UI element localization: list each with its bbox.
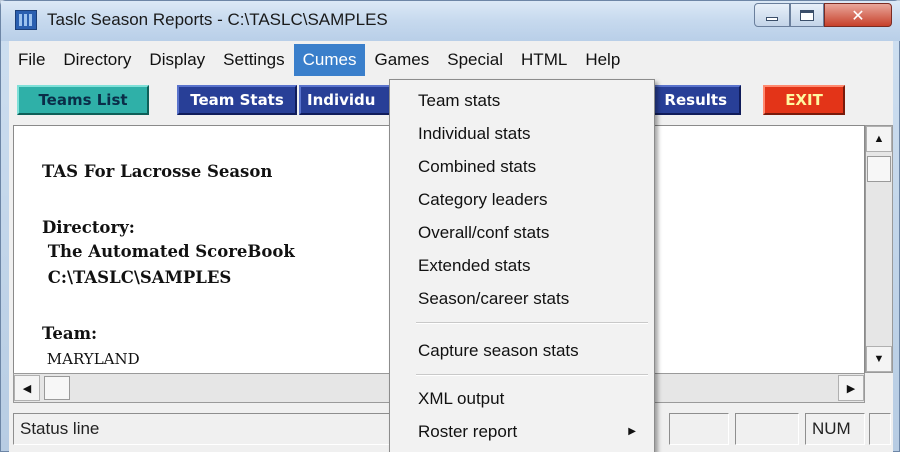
vertical-scroll-thumb[interactable]	[867, 156, 891, 182]
maximize-icon	[800, 9, 814, 21]
menu-item-xml-output[interactable]: XML output	[390, 382, 654, 415]
menu-separator	[416, 374, 648, 376]
status-panel-blank	[735, 413, 799, 445]
menu-settings[interactable]: Settings	[214, 44, 293, 76]
title-bar[interactable]: Taslc Season Reports - C:\TASLC\SAMPLES …	[1, 1, 900, 41]
exit-button[interactable]: EXIT	[763, 85, 845, 115]
vertical-scrollbar[interactable]: ▲ ▼	[865, 125, 893, 373]
maximize-button[interactable]	[790, 3, 824, 27]
content-line: C:\TASLC\SAMPLES	[42, 268, 232, 287]
minimize-button[interactable]	[754, 3, 790, 27]
menu-directory[interactable]: Directory	[54, 44, 140, 76]
scroll-right-icon[interactable]: ▶	[838, 375, 864, 401]
menu-separator	[416, 322, 648, 324]
status-line: Status line	[13, 413, 393, 445]
menu-games[interactable]: Games	[365, 44, 438, 76]
menu-item-roster-report[interactable]: Roster report ▶	[390, 415, 654, 448]
menu-item-category-leaders[interactable]: Category leaders	[390, 183, 654, 216]
content-line: Team:	[42, 324, 98, 343]
menu-item-individual-stats[interactable]: Individual stats	[390, 117, 654, 150]
app-window: Taslc Season Reports - C:\TASLC\SAMPLES …	[0, 0, 900, 452]
scroll-left-icon[interactable]: ◀	[14, 375, 40, 401]
scroll-down-icon[interactable]: ▼	[866, 346, 892, 372]
teams-list-button[interactable]: Teams List	[17, 85, 149, 115]
menu-display[interactable]: Display	[140, 44, 214, 76]
content-line: Directory:	[42, 218, 135, 237]
menu-item-extended-stats[interactable]: Extended stats	[390, 249, 654, 282]
team-stats-button[interactable]: Team Stats	[177, 85, 297, 115]
cumes-dropdown-menu: Team stats Individual stats Combined sta…	[389, 79, 655, 452]
menu-item-capture-season-stats[interactable]: Capture season stats	[390, 334, 654, 367]
menu-file[interactable]: File	[9, 44, 54, 76]
menu-special[interactable]: Special	[438, 44, 512, 76]
scroll-up-icon[interactable]: ▲	[866, 126, 892, 152]
submenu-arrow-icon: ▶	[628, 426, 636, 437]
window-title: Taslc Season Reports - C:\TASLC\SAMPLES	[47, 10, 388, 29]
status-panel-blank	[669, 413, 729, 445]
minimize-icon	[766, 17, 778, 21]
close-button[interactable]: ✕	[824, 3, 892, 27]
content-line: The Automated ScoreBook	[42, 242, 295, 261]
app-icon[interactable]	[15, 10, 37, 30]
content-line: TAS For Lacrosse Season	[42, 162, 273, 181]
content-line: MARYLAND	[42, 350, 140, 368]
menu-help[interactable]: Help	[576, 44, 629, 76]
menu-item-season-career-stats[interactable]: Season/career stats	[390, 282, 654, 315]
individual-button[interactable]: Individu	[299, 85, 395, 115]
menu-item-team-stats[interactable]: Team stats	[390, 84, 654, 117]
menu-bar: File Directory Display Settings Cumes Ga…	[9, 41, 893, 79]
horizontal-scroll-thumb[interactable]	[44, 376, 70, 400]
menu-item-label: Roster report	[418, 422, 518, 441]
menu-html[interactable]: HTML	[512, 44, 576, 76]
menu-item-overall-conf-stats[interactable]: Overall/conf stats	[390, 216, 654, 249]
close-icon: ✕	[851, 5, 865, 25]
status-panel-blank	[869, 413, 891, 445]
num-lock-indicator: NUM	[805, 413, 865, 445]
menu-cumes[interactable]: Cumes	[293, 44, 366, 76]
menu-item-combined-stats[interactable]: Combined stats	[390, 150, 654, 183]
